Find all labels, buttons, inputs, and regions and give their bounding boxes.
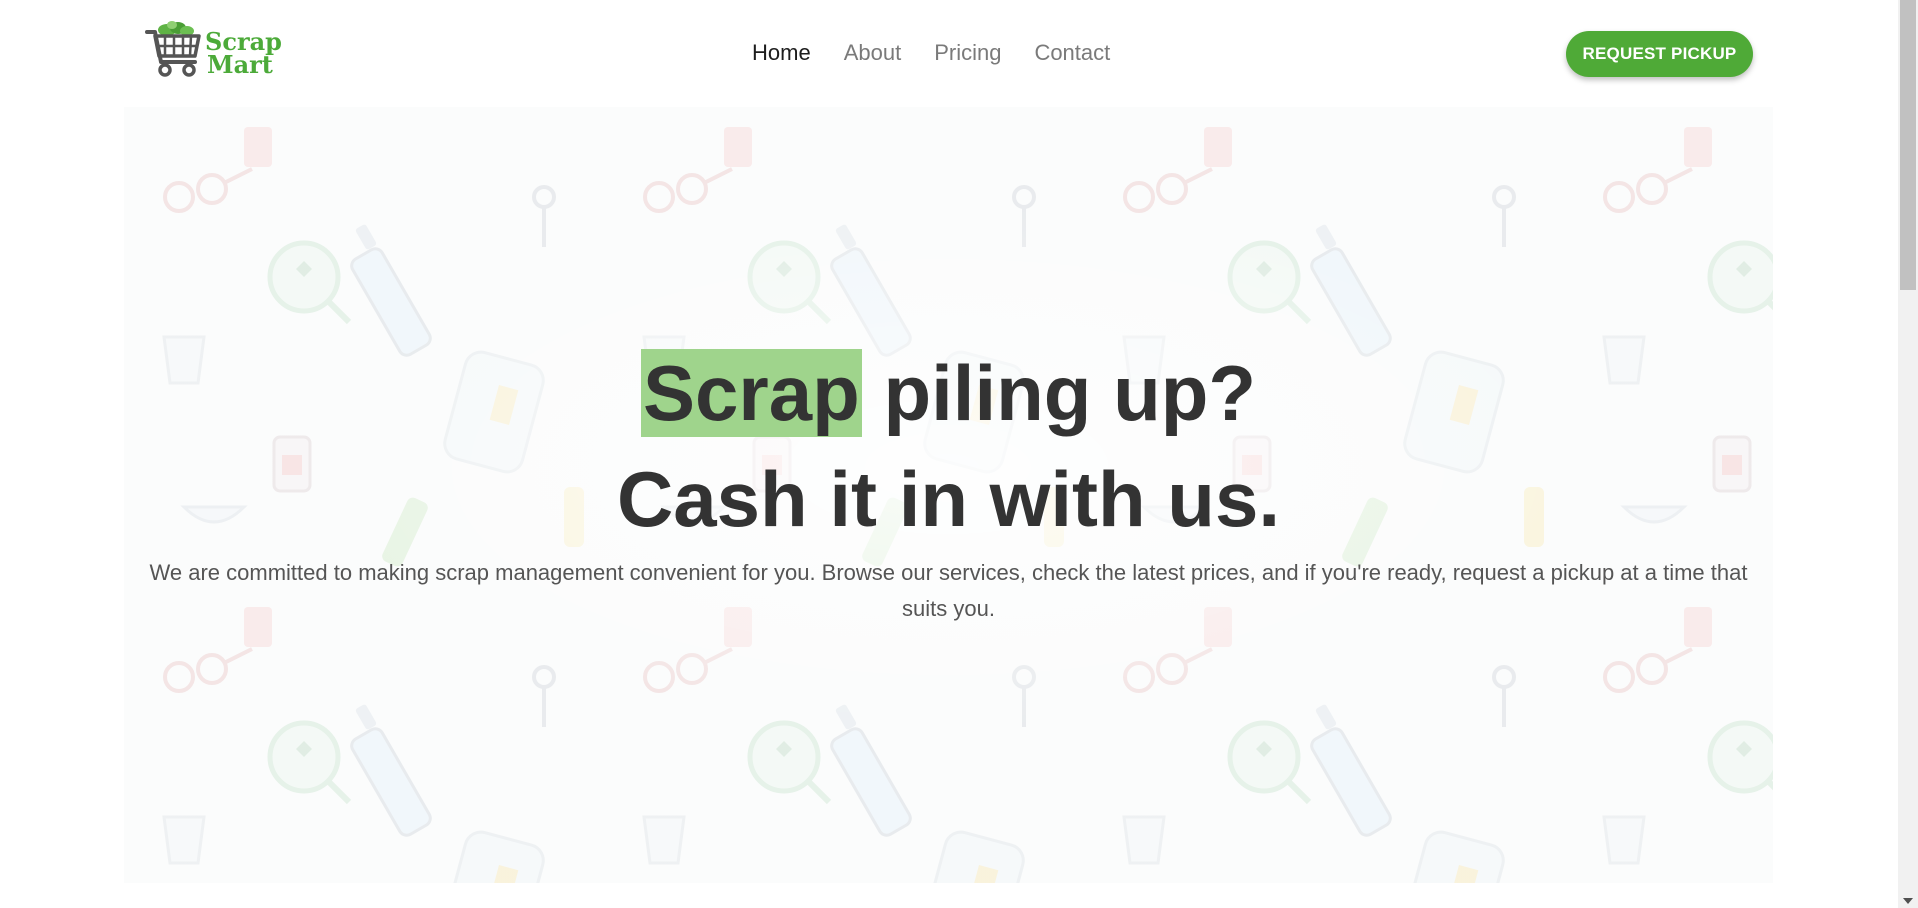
scroll-down-arrow-icon[interactable] xyxy=(1903,898,1913,904)
request-pickup-button[interactable]: REQUEST PICKUP xyxy=(1566,31,1753,77)
page: Scrap Mart Home About Pricing Contact RE… xyxy=(0,0,1918,908)
nav-about[interactable]: About xyxy=(844,38,902,68)
hero-headline: Scrap piling up? Cash it in with us. xyxy=(124,340,1773,552)
nav-contact[interactable]: Contact xyxy=(1034,38,1110,68)
headline-line2: Cash it in with us. xyxy=(616,455,1281,543)
scrollbar-thumb[interactable] xyxy=(1900,0,1916,290)
hero-section: Scrap piling up? Cash it in with us. We … xyxy=(124,107,1773,883)
nav-home[interactable]: Home xyxy=(752,38,811,68)
vertical-scrollbar[interactable] xyxy=(1898,0,1918,908)
headline-rest: piling up? xyxy=(861,349,1257,437)
logo[interactable]: Scrap Mart xyxy=(145,20,290,88)
shopping-cart-icon xyxy=(145,21,201,77)
nav-pricing[interactable]: Pricing xyxy=(934,38,1001,68)
logo-line2: Mart xyxy=(207,50,273,79)
logo-wordmark: Scrap Mart xyxy=(205,30,282,79)
navbar: Scrap Mart Home About Pricing Contact RE… xyxy=(0,0,1898,107)
main-nav: Home About Pricing Contact xyxy=(752,38,1143,68)
hero-subtext: We are committed to making scrap managem… xyxy=(149,560,1748,621)
headline-highlight: Scrap xyxy=(640,349,862,437)
